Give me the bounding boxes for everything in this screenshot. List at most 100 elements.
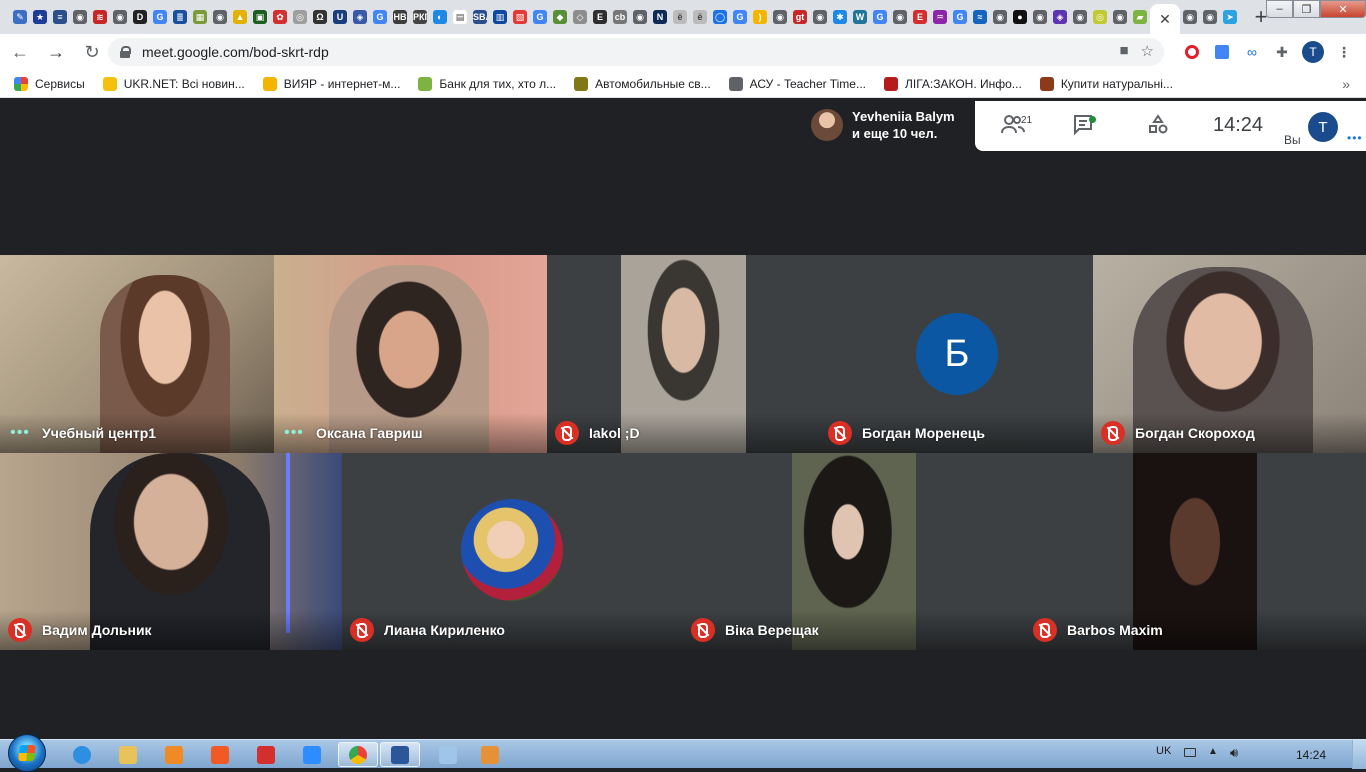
taskbar-app-notepad[interactable]: [428, 742, 468, 767]
url-text[interactable]: meet.google.com/bod-skrt-rdp: [142, 44, 329, 60]
start-button[interactable]: [8, 734, 46, 772]
tab-favicon-icon[interactable]: ≡: [50, 0, 70, 34]
tab-favicon-icon[interactable]: РКГ: [410, 0, 430, 34]
tab-favicon-icon[interactable]: ◉: [1110, 0, 1130, 34]
close-tab-icon[interactable]: ✕: [1159, 11, 1171, 28]
tab-favicon-icon[interactable]: G: [530, 0, 550, 34]
participant-tile[interactable]: Б Богдан Моренець: [820, 255, 1093, 453]
tab-favicon-icon[interactable]: ◉: [210, 0, 230, 34]
taskbar-app-chrome[interactable]: [338, 742, 378, 767]
tab-favicon-icon[interactable]: ◯: [710, 0, 730, 34]
lock-icon[interactable]: [120, 46, 131, 58]
tab-favicon-icon[interactable]: G: [150, 0, 170, 34]
tab-favicon-icon[interactable]: ё: [690, 0, 710, 34]
translate-extension-icon[interactable]: [1212, 42, 1232, 62]
participant-tile[interactable]: Barbos Maxim: [1025, 453, 1366, 650]
taskbar-app-acrobat-reader[interactable]: [246, 742, 286, 767]
tab-favicon-icon[interactable]: ≋: [90, 0, 110, 34]
participant-tile[interactable]: ••• Учебный центр1: [0, 255, 274, 453]
tray-expand-icon[interactable]: ▲: [1208, 746, 1218, 757]
tab-favicon-icon[interactable]: N: [650, 0, 670, 34]
tab-favicon-icon[interactable]: Ω: [310, 0, 330, 34]
bookmark-item[interactable]: Сервисы: [14, 76, 85, 91]
tab-favicon-icon[interactable]: ♒: [930, 0, 950, 34]
tab-favicon-icon[interactable]: ◉: [810, 0, 830, 34]
taskbar-app-media-player[interactable]: [154, 742, 194, 767]
tab-favicon-icon[interactable]: ▦: [190, 0, 210, 34]
participant-tile[interactable]: Iakol ;D: [547, 255, 820, 453]
tab-favicon-icon[interactable]: U: [330, 0, 350, 34]
tab-favicon-icon[interactable]: G: [370, 0, 390, 34]
back-button[interactable]: ←: [4, 36, 36, 68]
tab-favicon-icon[interactable]: G: [730, 0, 750, 34]
tab-favicon-icon[interactable]: cb: [610, 0, 630, 34]
forward-button[interactable]: →: [40, 36, 72, 68]
tab-favicon-icon[interactable]: D: [130, 0, 150, 34]
tab-favicon-icon[interactable]: ◎: [1090, 0, 1110, 34]
participant-tile[interactable]: Віка Верещак: [683, 453, 1025, 650]
bookmark-item[interactable]: АСУ - Teacher Time...: [728, 76, 866, 91]
taskbar-app-zoom[interactable]: [292, 742, 332, 767]
taskbar-app-internet-explorer[interactable]: [62, 742, 102, 767]
participant-tile[interactable]: Богдан Скороход: [1093, 255, 1366, 453]
tab-favicon-icon[interactable]: E: [590, 0, 610, 34]
tab-favicon-icon[interactable]: ✿: [270, 0, 290, 34]
show-desktop-button[interactable]: [1352, 740, 1366, 769]
tab-favicon-icon[interactable]: ◐: [430, 0, 450, 34]
profile-avatar[interactable]: T: [1302, 41, 1324, 63]
tab-favicon-icon[interactable]: ▧: [510, 0, 530, 34]
extensions-puzzle-icon[interactable]: ✚: [1272, 42, 1292, 62]
participant-tile[interactable]: Лиана Кириленко: [342, 453, 683, 650]
tab-favicon-icon[interactable]: ◉: [990, 0, 1010, 34]
tab-favicon-icon[interactable]: ●: [1010, 0, 1030, 34]
tab-favicon-icon[interactable]: ▰: [1130, 0, 1150, 34]
tab-favicon-icon[interactable]: G: [870, 0, 890, 34]
reload-button[interactable]: ↻: [76, 36, 108, 68]
tab-favicon-icon[interactable]: ◉: [110, 0, 130, 34]
infinity-extension-icon[interactable]: ∞: [1242, 42, 1262, 62]
tab-favicon-icon[interactable]: ≣: [170, 0, 190, 34]
taskbar-app-brave[interactable]: [200, 742, 240, 767]
tab-favicon-icon[interactable]: ◆: [550, 0, 570, 34]
self-avatar[interactable]: T: [1308, 112, 1338, 142]
tab-favicon-icon[interactable]: ◉: [1030, 0, 1050, 34]
bookmarks-overflow-icon[interactable]: »: [1342, 76, 1350, 92]
bookmark-star-icon[interactable]: ☆: [1141, 42, 1154, 60]
tab-favicon-icon[interactable]: ◉: [1200, 0, 1220, 34]
participant-tile[interactable]: Вадим Дольник: [0, 453, 342, 650]
tab-favicon-icon[interactable]: ✱: [830, 0, 850, 34]
tab-favicon-icon[interactable]: ✎: [10, 0, 30, 34]
tab-favicon-icon[interactable]: ◉: [770, 0, 790, 34]
tab-favicon-icon[interactable]: ◉: [890, 0, 910, 34]
tab-favicon-icon[interactable]: НВ: [390, 0, 410, 34]
taskbar-app-paint[interactable]: [470, 742, 510, 767]
minimize-button[interactable]: –: [1266, 0, 1293, 18]
tab-favicon-icon[interactable]: W: [850, 0, 870, 34]
taskbar-clock[interactable]: 14:24: [1296, 748, 1326, 762]
tab-favicon-icon[interactable]: ◎: [290, 0, 310, 34]
language-indicator[interactable]: UK: [1156, 745, 1171, 757]
tab-favicon-icon[interactable]: E: [910, 0, 930, 34]
presenter-chip[interactable]: Yevheniia Balym и еще 10 чел.: [803, 101, 975, 149]
tab-favicon-icon[interactable]: SBA: [470, 0, 490, 34]
tab-favicon-icon[interactable]: ◉: [630, 0, 650, 34]
menu-kebab-icon[interactable]: ⋮: [1334, 42, 1354, 62]
tab-favicon-icon[interactable]: ◇: [570, 0, 590, 34]
activities-icon[interactable]: [1147, 114, 1169, 142]
bookmark-item[interactable]: ЛІГА:ЗАКОН. Инфо...: [883, 76, 1022, 91]
bookmark-item[interactable]: Купити натуральні...: [1039, 76, 1173, 91]
tab-favicon-icon[interactable]: ▣: [250, 0, 270, 34]
tab-favicon-icon[interactable]: ◉: [1180, 0, 1200, 34]
taskbar-app-word[interactable]: [380, 742, 420, 767]
tab-favicon-icon[interactable]: ★: [30, 0, 50, 34]
taskbar-app-file-explorer[interactable]: [108, 742, 148, 767]
tab-favicon-icon[interactable]: G: [950, 0, 970, 34]
tab-favicon-icon[interactable]: ▥: [490, 0, 510, 34]
address-bar[interactable]: meet.google.com/bod-skrt-rdp ■ ☆: [108, 38, 1164, 66]
tab-favicon-icon[interactable]: ▤: [450, 0, 470, 34]
participant-tile[interactable]: ••• Оксана Гавриш: [274, 255, 547, 453]
tab-favicon-icon[interactable]: ➤: [1220, 0, 1240, 34]
tab-favicon-icon[interactable]: gt: [790, 0, 810, 34]
bookmark-item[interactable]: ВИЯР - интернет-м...: [262, 76, 400, 91]
tab-favicon-icon[interactable]: ): [750, 0, 770, 34]
